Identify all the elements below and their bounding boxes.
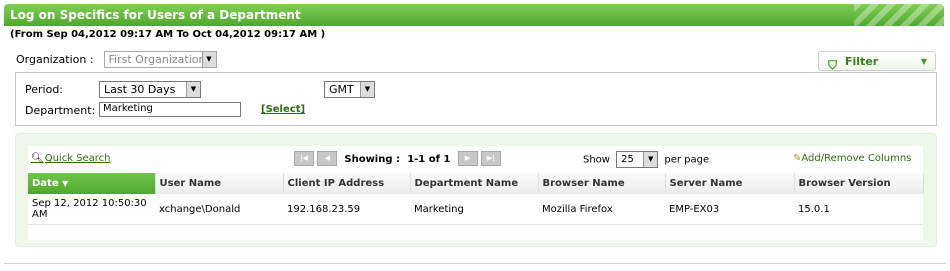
column-header-server-name[interactable]: Server Name: [665, 173, 795, 194]
quick-search-label: Quick Search: [44, 153, 111, 164]
page-size-value: 25: [621, 154, 634, 165]
chevron-down-icon: ▼: [186, 82, 200, 97]
grid-toolbar: 🔍︎Quick Search |◀ ◀ Showing : 1-1 of 1 ▶…: [28, 146, 923, 172]
first-page-icon[interactable]: |◀: [294, 151, 314, 166]
department-label: Department:: [25, 104, 96, 117]
search-icon: 🔍︎: [31, 153, 44, 164]
sort-desc-icon: ▼: [62, 179, 69, 188]
report-title: Log on Specifics for Users of a Departme…: [10, 8, 301, 22]
column-header-user-name[interactable]: User Name: [155, 173, 284, 194]
report-title-bar: Log on Specifics for Users of a Departme…: [4, 4, 944, 26]
organization-select[interactable]: First Organization ▼: [103, 51, 217, 68]
prev-page-icon[interactable]: ◀: [317, 151, 338, 166]
organization-value: First Organization: [108, 53, 206, 66]
table-row: Sep 12, 2012 10:50:30 AM xchange\Donald …: [28, 194, 923, 225]
cell-client-ip: 192.168.23.59: [283, 194, 410, 225]
add-remove-columns-label: Add/Remove Columns: [801, 153, 912, 164]
timezone-select[interactable]: GMT ▼: [324, 81, 375, 98]
quick-search-link[interactable]: 🔍︎Quick Search: [31, 153, 111, 164]
column-header-label: Date: [32, 178, 59, 189]
organization-row: Organization : First Organization ▼: [16, 51, 217, 68]
showing-label: Showing :: [344, 153, 400, 165]
column-header-browser-name[interactable]: Browser Name: [538, 173, 666, 194]
cell-browser-name: Mozilla Firefox: [538, 194, 665, 225]
column-header-department-name[interactable]: Department Name: [410, 173, 539, 194]
cell-browser-version: 15.0.1: [794, 194, 923, 225]
results-table: Date ▼ User Name Client IP Address Depar…: [28, 173, 924, 225]
table-header-row: Date ▼ User Name Client IP Address Depar…: [28, 173, 924, 194]
department-select-link[interactable]: [Select]: [261, 104, 305, 115]
chevron-down-icon: ▼: [360, 82, 374, 97]
cell-user-name: xchange\Donald: [155, 194, 283, 225]
department-field[interactable]: Marketing: [99, 102, 241, 117]
add-remove-columns-link[interactable]: ✎Add/Remove Columns: [793, 153, 911, 164]
date-range: (From Sep 04,2012 09:17 AM To Oct 04,201…: [10, 29, 326, 40]
filter-label: Filter: [845, 55, 879, 68]
organization-label: Organization :: [16, 52, 94, 66]
period-value: Last 30 Days: [104, 83, 176, 96]
chevron-down-icon: ▼: [920, 57, 927, 66]
period-label: Period:: [25, 83, 64, 96]
title-decoration: [854, 4, 944, 26]
timezone-value: GMT: [329, 83, 354, 96]
page-size-select[interactable]: 25 ▼: [616, 151, 659, 168]
page-size-control: Show 25 ▼ per page: [583, 151, 709, 168]
period-select[interactable]: Last 30 Days ▼: [99, 81, 201, 98]
filter-button[interactable]: ⛉ Filter ▼: [818, 51, 936, 72]
cell-department-name: Marketing: [410, 194, 538, 225]
chevron-down-icon: ▼: [643, 152, 658, 167]
column-header-client-ip[interactable]: Client IP Address: [283, 173, 411, 194]
results-grid: 🔍︎Quick Search |◀ ◀ Showing : 1-1 of 1 ▶…: [28, 146, 924, 240]
pagination: |◀ ◀ Showing : 1-1 of 1 ▶ ▶|: [294, 151, 501, 166]
bottom-divider: [4, 263, 946, 264]
cell-date: Sep 12, 2012 10:50:30 AM: [28, 194, 155, 225]
per-page-label: per page: [664, 154, 710, 166]
column-header-date[interactable]: Date ▼: [28, 173, 156, 194]
chevron-down-icon: ▼: [201, 52, 216, 67]
showing-range: 1-1 of 1: [407, 153, 451, 165]
last-page-icon[interactable]: ▶|: [480, 151, 501, 166]
show-label: Show: [583, 154, 610, 166]
column-header-browser-version[interactable]: Browser Version: [794, 173, 924, 194]
next-page-icon[interactable]: ▶: [457, 151, 478, 166]
cell-server-name: EMP-EX03: [665, 194, 794, 225]
